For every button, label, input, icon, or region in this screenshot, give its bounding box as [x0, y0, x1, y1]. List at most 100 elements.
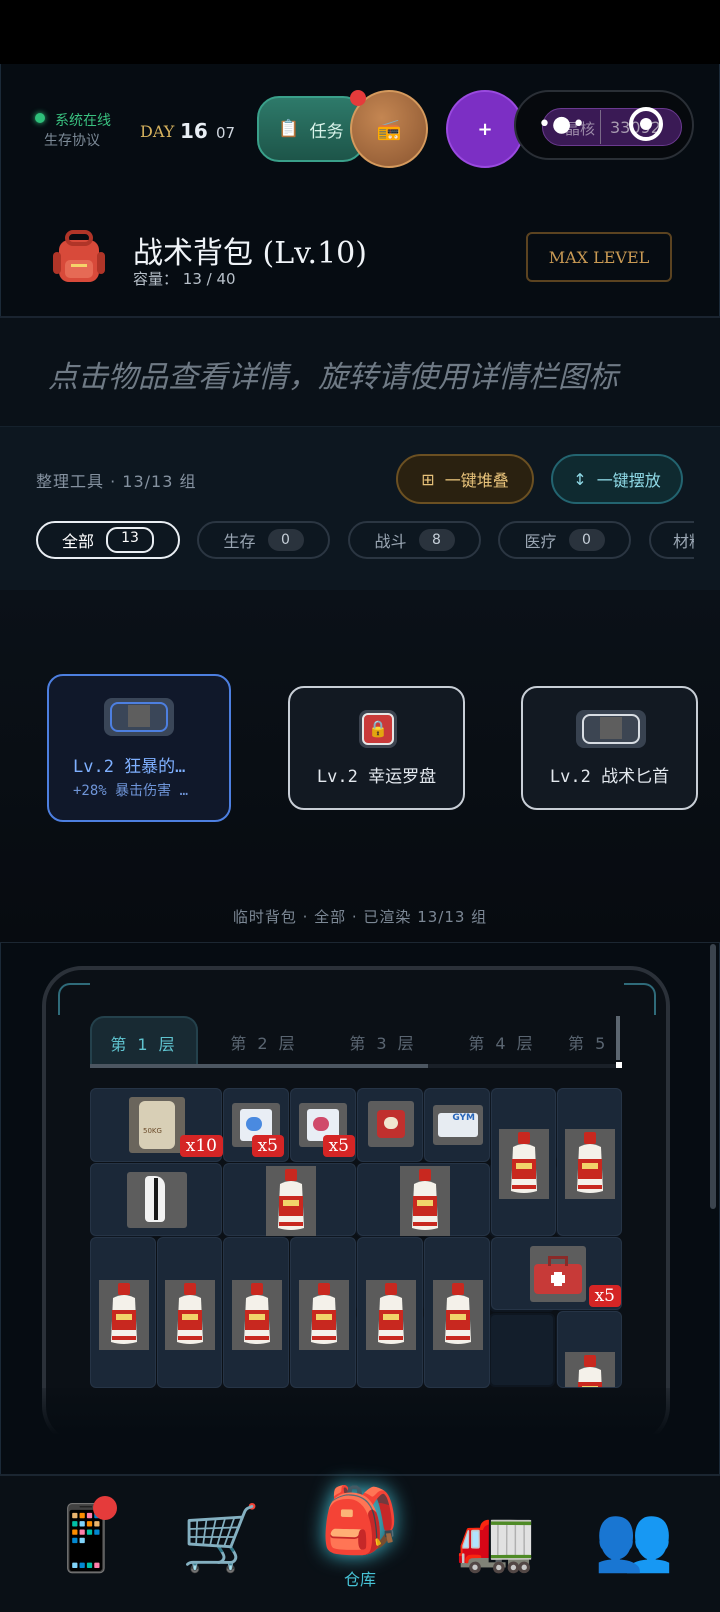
capacity-label: 容量： [133, 270, 179, 288]
auto-place-button[interactable]: ↕ 一键摆放 [551, 454, 683, 504]
auto-stack-button[interactable]: ⊞ 一键堆叠 [396, 454, 534, 504]
liquor-bottle-item[interactable] [557, 1311, 622, 1388]
notification-badge [93, 1496, 117, 1520]
capacity-used: 13 [182, 270, 202, 288]
nav-transport[interactable]: 🚛 [446, 1488, 546, 1588]
food-sack-icon: 50KG [129, 1097, 185, 1153]
equipment-card-berserk[interactable]: Lv.2 狂暴的… +28% 暴击伤害 … [47, 674, 231, 822]
liquor-bottle-item[interactable] [357, 1237, 423, 1388]
liquor-bottle-item[interactable] [557, 1088, 622, 1236]
liquor-bottle-icon [232, 1280, 282, 1350]
filter-combat[interactable]: 战斗 8 [348, 521, 481, 559]
food-sack-item[interactable]: 50KG x10 [90, 1088, 223, 1162]
equipment-card-lucky-compass[interactable]: 🔒 Lv.2 幸运罗盘 [288, 686, 465, 810]
item-quantity: x5 [322, 1135, 355, 1157]
liquor-bottle-item[interactable] [491, 1088, 556, 1236]
liquor-bottle-icon [565, 1352, 615, 1387]
tab-layer-3[interactable]: 第 3 层 [329, 1016, 437, 1068]
crystal-divider [600, 110, 601, 144]
liquor-bottle-item[interactable] [223, 1237, 289, 1388]
liquor-bottle-icon [266, 1166, 316, 1236]
card-pack-item[interactable]: x5 [290, 1088, 356, 1162]
liquor-bottle-icon [165, 1280, 215, 1350]
liquor-bottle-item[interactable] [157, 1237, 222, 1388]
day-number: 16 [180, 119, 208, 143]
auto-stack-label: 一键堆叠 [444, 471, 509, 490]
liquor-bottle-icon [499, 1129, 549, 1199]
more-options-icon[interactable]: •●• [538, 112, 586, 137]
add-button[interactable]: + [446, 90, 524, 168]
task-button-label: 任务 [309, 121, 344, 142]
layer-scroll-indicator [616, 1016, 620, 1060]
filter-label: 医疗 [524, 532, 557, 551]
equipment-title: Lv.2 狂暴的… [73, 757, 186, 777]
liquor-bottle-icon [299, 1280, 349, 1350]
equipment-card-tactical-dagger[interactable]: Lv.2 战术匕首 [521, 686, 698, 810]
card-pack-item[interactable]: x5 [223, 1088, 289, 1162]
bag-title: 战术背包 (Lv.10) [133, 236, 367, 271]
filter-materials[interactable]: 材料 [649, 521, 694, 559]
gym-card-item[interactable]: GYM [424, 1088, 490, 1162]
toolbox-icon [530, 1246, 586, 1302]
notification-badge [350, 90, 366, 106]
max-level-button[interactable]: MAX LEVEL [526, 232, 672, 282]
tab-layer-2[interactable]: 第 2 层 [210, 1016, 318, 1068]
equipment-subtitle: +28% 暴击伤害 … [73, 783, 189, 799]
inventory-slot[interactable] [489, 1313, 555, 1387]
filter-all[interactable]: 全部 13 [36, 521, 180, 559]
dagger-icon [104, 698, 174, 736]
divider [0, 942, 720, 943]
scroll-fade [14, 1388, 706, 1474]
item-quantity: x5 [588, 1285, 621, 1307]
tab-layer-5[interactable]: 第 5 [568, 1016, 618, 1068]
nav-team[interactable]: 👥 [584, 1488, 684, 1588]
filter-label: 全部 [61, 532, 94, 551]
filter-survival[interactable]: 生存 0 [197, 521, 330, 559]
liquor-bottle-item[interactable] [424, 1237, 490, 1388]
game-console-item[interactable] [90, 1163, 222, 1236]
nav-warehouse[interactable]: 🎒 [310, 1470, 410, 1570]
filter-label: 战斗 [374, 532, 407, 551]
gym-card-icon: GYM [433, 1105, 483, 1145]
auto-place-label: 一键摆放 [596, 471, 661, 490]
liquor-bottle-item[interactable] [357, 1163, 490, 1236]
liquor-bottle-item[interactable] [90, 1237, 156, 1388]
liquor-bottle-icon [433, 1280, 483, 1350]
tools-label: 整理工具 · 13/13 组 [36, 472, 197, 491]
capacity-separator: / [206, 270, 212, 288]
nav-phone[interactable]: 📱 [36, 1488, 136, 1588]
task-button[interactable]: 📋 任务 [257, 96, 365, 162]
layer-scroll-thumb[interactable] [90, 1064, 428, 1068]
ring-box-item[interactable] [357, 1088, 423, 1162]
online-indicator [35, 113, 45, 123]
nav-shop[interactable]: 🛒 [171, 1488, 271, 1588]
equipment-title: Lv.2 幸运罗盘 [316, 767, 437, 787]
liquor-bottle-icon [99, 1280, 149, 1350]
dagger-icon [576, 710, 646, 748]
layer-scroll-end [616, 1062, 622, 1068]
plus-icon: + [477, 118, 493, 140]
lock-icon: 🔒 [359, 710, 397, 748]
liquor-bottle-item[interactable] [223, 1163, 356, 1236]
day-label: DAY [140, 122, 175, 141]
medkit-item[interactable]: x5 [491, 1237, 622, 1310]
liquor-bottle-icon [565, 1129, 615, 1199]
filter-medical[interactable]: 医疗 0 [498, 521, 631, 559]
game-console-icon [127, 1172, 187, 1228]
page-scrollbar[interactable] [710, 944, 716, 1209]
close-miniprogram-icon[interactable] [629, 107, 663, 141]
hint-text: 点击物品查看详情，旋转请使用详情栏图标 [48, 360, 618, 395]
corner-decoration [58, 983, 90, 1015]
temp-bag-label: 临时背包 · 全部 · 已渲染 13/13 组 [232, 908, 488, 926]
liquor-bottle-item[interactable] [290, 1237, 356, 1388]
bag-capacity: 容量： 13 / 40 [133, 268, 236, 289]
tab-layer-4[interactable]: 第 4 层 [448, 1016, 556, 1068]
grid-icon: ⊞ [421, 469, 435, 489]
item-quantity: x5 [251, 1135, 284, 1157]
cart-icon: 🛒 [181, 1501, 261, 1576]
equipment-title: Lv.2 战术匕首 [549, 767, 670, 787]
clipboard-icon: 📋 [278, 119, 300, 139]
filter-label: 生存 [223, 532, 256, 551]
filter-scroller[interactable]: 全部 13 生存 0 战斗 8 医疗 0 材料 [0, 515, 694, 565]
tab-layer-1[interactable]: 第 1 层 [90, 1016, 198, 1068]
